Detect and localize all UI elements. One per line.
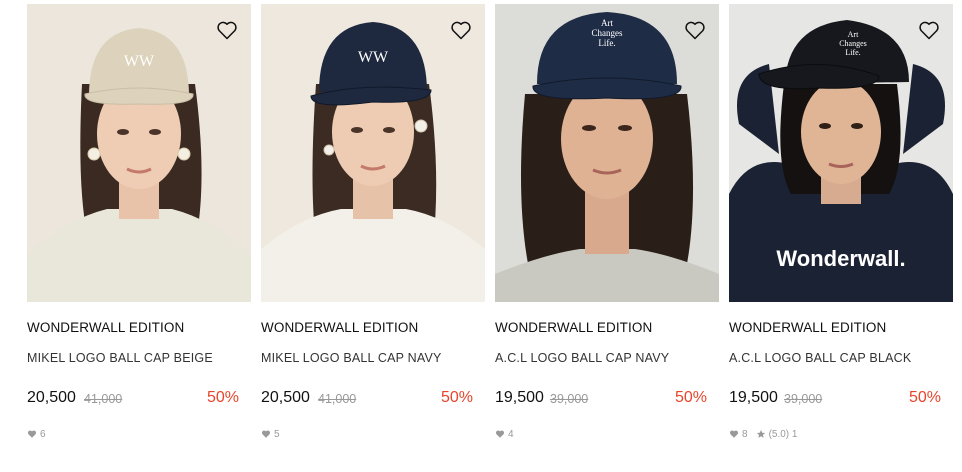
brand-name[interactable]: WONDERWALL EDITION xyxy=(729,320,886,335)
sale-price: 19,500 xyxy=(729,389,778,406)
product-card[interactable]: Art Changes Life. Wonderwall. WONDERWALL… xyxy=(729,4,953,452)
heart-filled-icon xyxy=(27,429,37,439)
like-count: 8 xyxy=(742,428,748,440)
heart-outline-icon xyxy=(919,21,939,40)
original-price: 39,000 xyxy=(550,392,589,406)
discount-rate: 50% xyxy=(206,389,239,406)
svg-text:Life.: Life. xyxy=(598,38,615,48)
rating-text: (5.0) 1 xyxy=(768,428,798,440)
svg-text:Life.: Life. xyxy=(845,48,860,57)
brand-name[interactable]: WONDERWALL EDITION xyxy=(261,320,418,335)
svg-text:Art: Art xyxy=(848,30,859,39)
heart-filled-icon xyxy=(261,429,271,439)
original-price: 41,000 xyxy=(318,392,357,406)
wishlist-button[interactable] xyxy=(917,18,941,42)
sale-price: 20,500 xyxy=(261,389,310,406)
price-row: 19,500 39,000 50% xyxy=(495,389,707,409)
discount-rate: 50% xyxy=(440,389,473,406)
brand-name[interactable]: WONDERWALL EDITION xyxy=(495,320,652,335)
product-meta: 4 xyxy=(495,427,514,441)
svg-text:Changes: Changes xyxy=(592,28,623,38)
product-name[interactable]: MIKEL LOGO BALL CAP NAVY xyxy=(261,351,442,365)
product-image[interactable]: WW xyxy=(27,4,251,302)
model-photo: Art Changes Life. xyxy=(495,4,719,302)
like-count: 6 xyxy=(40,428,46,440)
brand-name[interactable]: WONDERWALL EDITION xyxy=(27,320,184,335)
discount-rate: 50% xyxy=(674,389,707,406)
product-card[interactable]: Art Changes Life. WONDERWALL EDITION A.C… xyxy=(495,4,719,452)
price-row: 20,500 41,000 50% xyxy=(261,389,473,409)
svg-text:Changes: Changes xyxy=(839,39,867,48)
svg-text:WW: WW xyxy=(124,53,155,70)
wishlist-button[interactable] xyxy=(215,18,239,42)
svg-text:Wonderwall.: Wonderwall. xyxy=(776,246,905,271)
product-grid: WW WONDERWALL EDITION MIKEL LOGO BALL CA… xyxy=(27,4,953,454)
product-meta: 8 (5.0) 1 xyxy=(729,427,797,441)
original-price: 39,000 xyxy=(784,392,823,406)
star-icon xyxy=(756,429,766,439)
product-meta: 5 xyxy=(261,427,280,441)
svg-text:WW: WW xyxy=(358,49,389,66)
heart-filled-icon xyxy=(495,429,505,439)
sale-price: 19,500 xyxy=(495,389,544,406)
model-photo: Art Changes Life. Wonderwall. xyxy=(729,4,953,302)
wishlist-button[interactable] xyxy=(683,18,707,42)
original-price: 41,000 xyxy=(84,392,123,406)
product-name[interactable]: MIKEL LOGO BALL CAP BEIGE xyxy=(27,351,213,365)
heart-outline-icon xyxy=(451,21,471,40)
price-row: 20,500 41,000 50% xyxy=(27,389,239,409)
price-row: 19,500 39,000 50% xyxy=(729,389,941,409)
product-card[interactable]: WW WONDERWALL EDITION MIKEL LOGO BALL CA… xyxy=(261,4,485,452)
discount-rate: 50% xyxy=(908,389,941,406)
sale-price: 20,500 xyxy=(27,389,76,406)
svg-text:Art: Art xyxy=(601,18,613,28)
product-image[interactable]: Art Changes Life. xyxy=(495,4,719,302)
model-photo: WW xyxy=(261,4,485,302)
product-image[interactable]: Art Changes Life. Wonderwall. xyxy=(729,4,953,302)
product-name[interactable]: A.C.L LOGO BALL CAP BLACK xyxy=(729,351,911,365)
like-count: 4 xyxy=(508,428,514,440)
heart-filled-icon xyxy=(729,429,739,439)
product-meta: 6 xyxy=(27,427,46,441)
model-photo: WW xyxy=(27,4,251,302)
wishlist-button[interactable] xyxy=(449,18,473,42)
product-name[interactable]: A.C.L LOGO BALL CAP NAVY xyxy=(495,351,669,365)
rating: (5.0) 1 xyxy=(756,428,798,440)
like-count: 5 xyxy=(274,428,280,440)
product-image[interactable]: WW xyxy=(261,4,485,302)
heart-outline-icon xyxy=(217,21,237,40)
heart-outline-icon xyxy=(685,21,705,40)
product-card[interactable]: WW WONDERWALL EDITION MIKEL LOGO BALL CA… xyxy=(27,4,251,452)
